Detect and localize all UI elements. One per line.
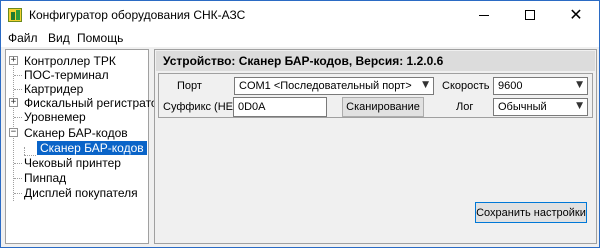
- speed-label: Скорость: [442, 80, 490, 92]
- close-icon: ✕: [569, 5, 583, 24]
- suffix-label: Суффикс (HEX): [163, 101, 245, 113]
- tree-item-label: Фискальный регистратор: [24, 96, 165, 110]
- close-button[interactable]: ✕: [553, 1, 599, 29]
- settings-group: Порт COM1 <Последовательный порт> ▼ Скор…: [158, 73, 593, 118]
- collapse-icon[interactable]: −: [9, 128, 18, 137]
- speed-select[interactable]: 9600 ▼: [493, 77, 588, 95]
- tree-connector: [14, 117, 22, 118]
- tree-item-label: Уровнемер: [24, 110, 86, 124]
- app-icon: [8, 8, 22, 22]
- expand-icon[interactable]: +: [9, 56, 18, 65]
- tree-connector: [14, 163, 22, 164]
- tree-connector: [24, 147, 25, 155]
- device-header: Устройство: Сканер БАР-кодов, Версия: 1.…: [156, 51, 595, 71]
- maximize-button[interactable]: [507, 1, 553, 29]
- tree-item-label: Сканер БАР-кодов: [24, 126, 128, 140]
- log-select[interactable]: Обычный ▼: [493, 98, 588, 116]
- speed-value: 9600: [498, 80, 523, 92]
- minimize-icon: [479, 14, 489, 16]
- tree-connector: [14, 178, 22, 179]
- tree-item-label: Дисплей покупателя: [24, 186, 138, 200]
- menu-view[interactable]: Вид: [48, 31, 70, 45]
- tree-item-label: ПОС-терминал: [24, 68, 109, 82]
- suffix-value: 0D0A: [238, 101, 266, 113]
- tree-connector: [14, 193, 22, 194]
- tree-item-label: Пинпад: [24, 171, 67, 185]
- expand-icon[interactable]: +: [9, 98, 18, 107]
- menu-help[interactable]: Помощь: [77, 31, 123, 45]
- chevron-down-icon: ▼: [576, 101, 583, 111]
- maximize-icon: [525, 10, 535, 20]
- port-select[interactable]: COM1 <Последовательный порт> ▼: [234, 77, 434, 95]
- tree-item-label: Картридер: [24, 82, 84, 96]
- port-label: Порт: [177, 80, 202, 92]
- port-value: COM1 <Последовательный порт>: [239, 80, 412, 92]
- device-tree[interactable]: + Контроллер ТРК ПОС-терминал Картридер …: [5, 49, 164, 244]
- save-settings-button[interactable]: Сохранить настройки: [475, 202, 587, 223]
- suffix-input[interactable]: 0D0A: [233, 97, 327, 117]
- menu-file[interactable]: Файл: [8, 31, 38, 45]
- app-window: Конфигуратор оборудования СНК-АЗС ✕ Файл…: [0, 0, 600, 248]
- chevron-down-icon: ▼: [576, 80, 583, 90]
- window-title: Конфигуратор оборудования СНК-АЗС: [29, 8, 246, 22]
- chevron-down-icon: ▼: [422, 80, 429, 90]
- device-title: Устройство: Сканер БАР-кодов, Версия: 1.…: [163, 54, 444, 68]
- log-label: Лог: [456, 101, 474, 113]
- menu-bar: Файл Вид Помощь: [1, 29, 599, 47]
- tree-item-barcode-scanner-child[interactable]: Сканер БАР-кодов: [37, 141, 147, 155]
- scan-button-label: Сканирование: [346, 101, 420, 113]
- save-settings-label: Сохранить настройки: [476, 206, 586, 219]
- minimize-button[interactable]: [461, 1, 507, 29]
- tree-item-label: Контроллер ТРК: [24, 54, 116, 68]
- tree-item-label: Сканер БАР-кодов: [37, 141, 147, 155]
- scan-button[interactable]: Сканирование: [342, 97, 424, 117]
- tree-connector: [14, 75, 22, 76]
- title-bar: Конфигуратор оборудования СНК-АЗС ✕: [1, 1, 599, 29]
- log-value: Обычный: [498, 101, 547, 113]
- tree-connector: [14, 89, 22, 90]
- tree-item-label: Чековый принтер: [24, 156, 121, 170]
